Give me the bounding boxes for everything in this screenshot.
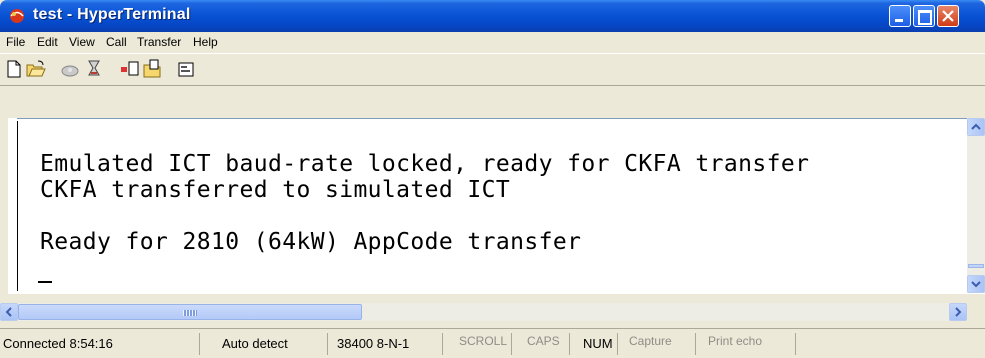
status-port-settings: 38400 8-N-1 [337,336,410,351]
arrow-up-icon [971,123,981,130]
open-icon[interactable] [26,59,46,79]
scroll-down-button[interactable] [967,275,985,293]
properties-icon[interactable] [176,59,196,79]
status-scroll: SCROLL [459,334,508,348]
call-icon[interactable] [60,59,80,79]
status-num: NUM [583,336,613,351]
menu-edit[interactable]: Edit [37,35,58,49]
close-button[interactable] [937,5,959,27]
terminal-line: Emulated ICT baud-rate locked, ready for… [40,151,810,177]
hyperterminal-window: test - HyperTerminal File Edit View Call… [0,0,985,358]
disconnect-icon[interactable] [84,59,104,79]
status-bar: Connected 8:54:16 Auto detect 38400 8-N-… [0,328,985,358]
maximize-icon [918,10,932,25]
scroll-up-button[interactable] [967,118,985,136]
hyperterminal-app-icon[interactable] [8,7,26,25]
menu-transfer[interactable]: Transfer [137,35,181,49]
toolbar [0,54,985,86]
minimize-icon [895,19,903,22]
send-icon[interactable] [120,59,140,79]
horizontal-scroll-thumb[interactable] [18,304,362,320]
menu-call[interactable]: Call [106,35,127,49]
horizontal-scrollbar[interactable] [0,303,967,321]
text-cursor [38,281,52,283]
receive-icon[interactable] [142,59,162,79]
menu-view[interactable]: View [69,35,95,49]
status-caps: CAPS [527,334,560,348]
scroll-right-button[interactable] [949,303,967,321]
terminal-line: CKFA transferred to simulated ICT [40,177,511,203]
terminal-gutter [8,118,17,293]
close-icon [942,10,954,22]
arrow-right-icon [955,307,962,317]
minimize-button[interactable] [889,5,911,27]
terminal-output[interactable] [17,121,968,291]
vertical-scroll-thumb[interactable] [968,264,984,268]
menu-file[interactable]: File [6,35,25,49]
arrow-left-icon [5,307,12,317]
scroll-left-button[interactable] [0,303,18,321]
grip-icon [183,310,197,316]
menu-help[interactable]: Help [193,35,218,49]
new-connection-icon[interactable] [4,59,24,79]
maximize-button[interactable] [913,5,935,27]
status-print-echo: Print echo [708,334,763,348]
window-title: test - HyperTerminal [33,6,191,23]
arrow-down-icon [971,281,981,288]
vertical-scrollbar[interactable] [967,118,985,293]
menu-bar: File Edit View Call Transfer Help [0,32,985,54]
status-connection: Connected 8:54:16 [3,336,113,351]
terminal-line: Ready for 2810 (64kW) AppCode transfer [40,229,582,255]
title-bar[interactable]: test - HyperTerminal [0,0,985,32]
status-capture: Capture [629,334,672,348]
status-detect: Auto detect [222,336,288,351]
